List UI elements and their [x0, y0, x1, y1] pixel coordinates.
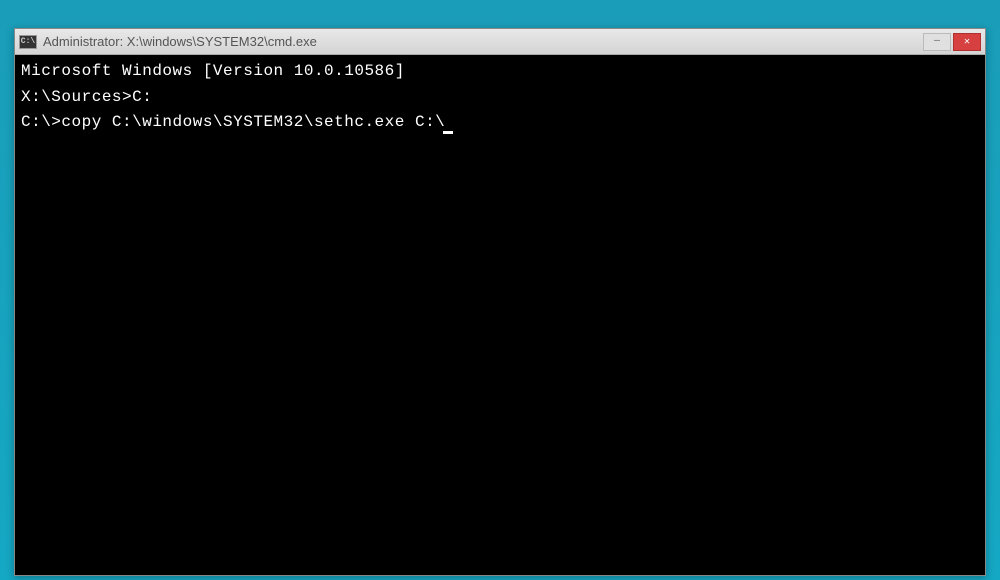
- terminal-prompt-line: C:\>copy C:\windows\SYSTEM32\sethc.exe C…: [21, 110, 979, 136]
- terminal-line: Microsoft Windows [Version 10.0.10586]: [21, 59, 979, 85]
- window-controls: — ✕: [923, 33, 981, 51]
- cmd-window: C:\ Administrator: X:\windows\SYSTEM32\c…: [14, 28, 986, 576]
- titlebar[interactable]: C:\ Administrator: X:\windows\SYSTEM32\c…: [15, 29, 985, 55]
- window-title: Administrator: X:\windows\SYSTEM32\cmd.e…: [43, 34, 923, 49]
- terminal-output[interactable]: Microsoft Windows [Version 10.0.10586] X…: [15, 55, 985, 140]
- command-input[interactable]: copy C:\windows\SYSTEM32\sethc.exe C:\: [61, 113, 445, 131]
- close-button[interactable]: ✕: [953, 33, 981, 51]
- prompt: C:\>: [21, 113, 61, 131]
- minimize-button[interactable]: —: [923, 33, 951, 51]
- cursor: [443, 131, 453, 134]
- cmd-icon: C:\: [19, 35, 37, 49]
- terminal-line: X:\Sources>C:: [21, 85, 979, 111]
- cmd-icon-label: C:\: [21, 37, 35, 46]
